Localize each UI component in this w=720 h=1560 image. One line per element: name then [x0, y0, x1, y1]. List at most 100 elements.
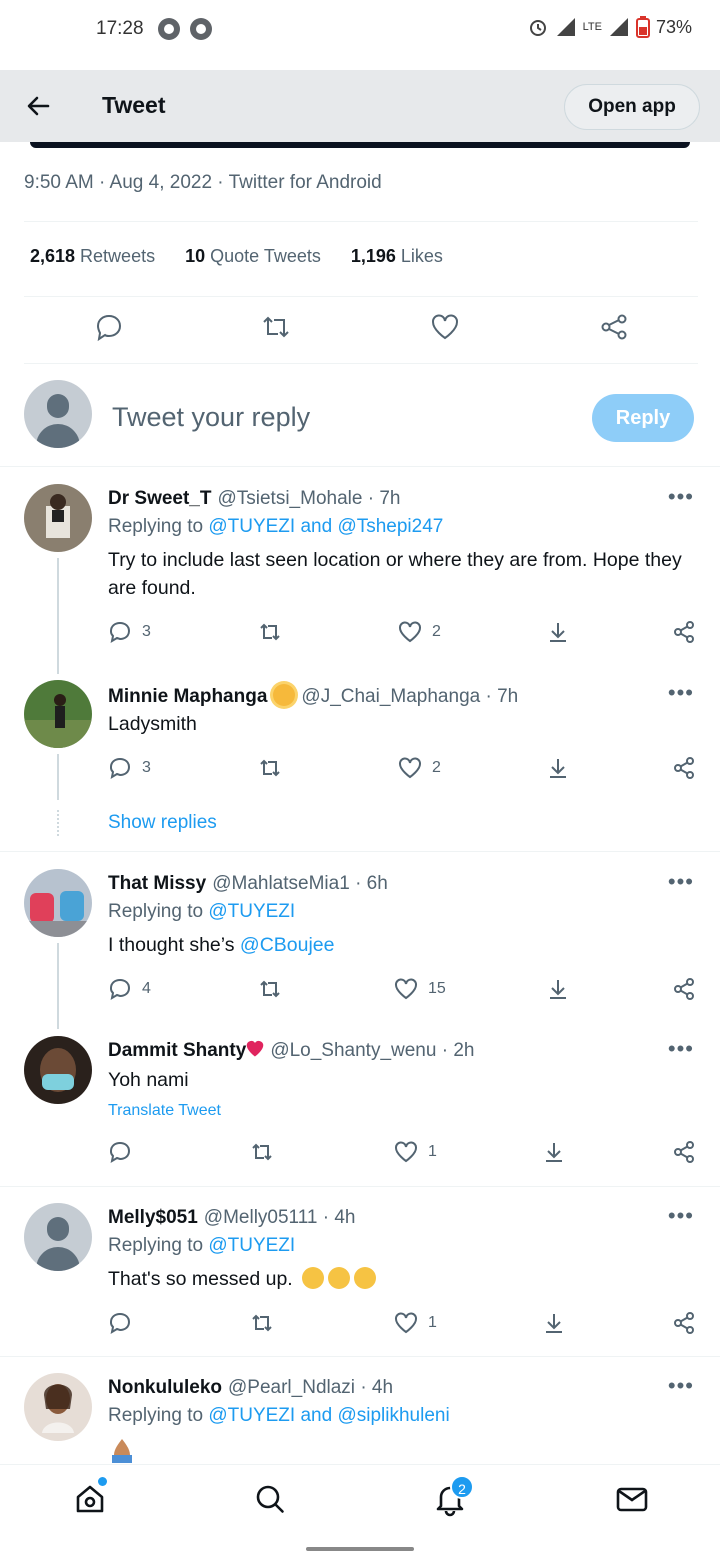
like-action[interactable]: 2 — [398, 620, 441, 644]
like-action[interactable]: 2 — [398, 756, 441, 780]
chrome-notification-icon — [190, 18, 212, 40]
more-options-icon[interactable]: ••• — [668, 1036, 694, 1062]
retweet-action[interactable] — [258, 620, 282, 644]
avatar — [24, 484, 92, 552]
tweet-header: Dr Sweet_T @Tsietsi_Mohale · 7h — [108, 488, 400, 510]
thread-line — [57, 943, 59, 1029]
retweet-icon[interactable] — [261, 312, 291, 342]
share-icon[interactable] — [599, 312, 629, 342]
reply-action[interactable]: 3 — [108, 620, 151, 644]
bottom-navigation: 2 — [0, 1464, 720, 1536]
translate-tweet-link[interactable]: Translate Tweet — [108, 1102, 221, 1120]
tweet-text: That's so messed up. — [108, 1265, 688, 1293]
reply-action[interactable] — [108, 1140, 132, 1164]
network-type: LTE — [582, 21, 602, 33]
reply-action[interactable]: 3 — [108, 756, 151, 780]
notifications-badge: 2 — [450, 1475, 474, 1499]
download-icon — [550, 623, 566, 642]
divider — [24, 221, 698, 222]
reply-button[interactable]: Reply — [592, 394, 694, 442]
praying-hands-icon — [112, 1439, 132, 1463]
avatar — [24, 380, 92, 448]
battery-percent: 73% — [655, 16, 692, 37]
reply-icon — [110, 621, 131, 644]
retweet-icon — [260, 623, 280, 641]
thread-line — [57, 754, 59, 800]
like-action[interactable]: 1 — [394, 1311, 437, 1335]
divider — [0, 1186, 720, 1187]
reply-composer: Tweet your reply Reply — [0, 380, 720, 466]
reply-action[interactable]: 4 — [108, 977, 151, 1001]
download-action[interactable] — [546, 977, 570, 1001]
status-indicators: LTE 73% — [527, 16, 692, 38]
mention-link[interactable]: @TUYEZI and @Tshepi247 — [208, 516, 443, 537]
alarm-icon — [529, 20, 546, 36]
share-icon — [674, 1312, 694, 1334]
author-name: Minnie Maphanga — [108, 686, 268, 707]
divider — [0, 466, 720, 467]
tweet-header: Melly$051 @Melly05111 · 4h — [108, 1207, 355, 1229]
download-action[interactable] — [546, 756, 570, 780]
like-icon[interactable] — [430, 312, 460, 342]
retweets-stat[interactable]: 2,618 Retweets — [30, 246, 155, 267]
download-icon — [546, 1314, 562, 1333]
tweet-time: · 7h — [485, 686, 519, 707]
tweet-actions: 1 — [108, 1311, 698, 1341]
replying-to: Replying to @TUYEZI — [108, 901, 296, 922]
mention-link[interactable]: @CBoujee — [240, 934, 335, 956]
mention-link[interactable]: @TUYEZI — [208, 1235, 295, 1256]
author-handle: @Tsietsi_Mohale — [217, 488, 363, 509]
more-options-icon[interactable]: ••• — [668, 1373, 694, 1399]
new-content-dot — [98, 1477, 107, 1486]
signal-icon — [556, 18, 575, 36]
messages-envelope-icon[interactable] — [614, 1481, 650, 1517]
pensive-emoji-icon — [354, 1267, 377, 1289]
author-handle: @Pearl_Ndlazi — [228, 1377, 356, 1398]
more-options-icon[interactable]: ••• — [668, 484, 694, 510]
open-app-button[interactable]: Open app — [564, 84, 700, 130]
quote-tweets-stat[interactable]: 10 Quote Tweets — [185, 246, 321, 267]
reply-action[interactable] — [108, 1311, 132, 1335]
search-icon[interactable] — [252, 1481, 288, 1517]
gesture-handle[interactable] — [306, 1547, 414, 1551]
likes-stat[interactable]: 1,196 Likes — [351, 246, 443, 267]
like-icon — [395, 1141, 417, 1163]
status-bar: 17:28 LTE 73% — [0, 0, 720, 60]
reply-input[interactable]: Tweet your reply — [112, 402, 310, 433]
share-action[interactable] — [672, 1140, 696, 1164]
retweet-action[interactable] — [258, 977, 282, 1001]
share-action[interactable] — [672, 977, 696, 1001]
reply-icon[interactable] — [94, 312, 124, 342]
mention-link[interactable]: @TUYEZI and @siplikhuleni — [208, 1405, 449, 1426]
download-action[interactable] — [542, 1140, 566, 1164]
like-action[interactable]: 1 — [394, 1140, 437, 1164]
reply-icon — [110, 978, 131, 1001]
back-arrow-icon[interactable] — [22, 90, 54, 122]
show-replies-link[interactable]: Show replies — [108, 812, 217, 834]
like-icon — [395, 978, 417, 1000]
author-name: Dammit Shanty — [108, 1040, 247, 1061]
download-action[interactable] — [542, 1311, 566, 1335]
like-action[interactable]: 15 — [394, 977, 446, 1001]
reply-icon — [110, 1312, 131, 1335]
retweet-action[interactable] — [250, 1311, 274, 1335]
retweet-action[interactable] — [250, 1140, 274, 1164]
share-action[interactable] — [672, 620, 696, 644]
home-icon[interactable] — [72, 1481, 108, 1517]
like-icon — [395, 1312, 417, 1334]
share-action[interactable] — [672, 1311, 696, 1335]
author-name: Nonkululeko — [108, 1377, 223, 1398]
more-options-icon[interactable]: ••• — [668, 1203, 694, 1229]
retweet-action[interactable] — [258, 756, 282, 780]
tweet-media-edge — [30, 142, 690, 148]
download-action[interactable] — [546, 620, 570, 644]
more-options-icon[interactable]: ••• — [668, 869, 694, 895]
share-action[interactable] — [672, 756, 696, 780]
mention-link[interactable]: @TUYEZI — [208, 901, 295, 922]
avatar — [24, 680, 92, 748]
tweet-actions: 1 — [108, 1140, 698, 1170]
more-options-icon[interactable]: ••• — [668, 680, 694, 706]
tweet-time: · 4h — [322, 1207, 356, 1228]
tweet-actions: 4 15 — [108, 977, 698, 1007]
tweet-timestamp: 9:50 AM · Aug 4, 2022 · Twitter for Andr… — [24, 172, 382, 193]
